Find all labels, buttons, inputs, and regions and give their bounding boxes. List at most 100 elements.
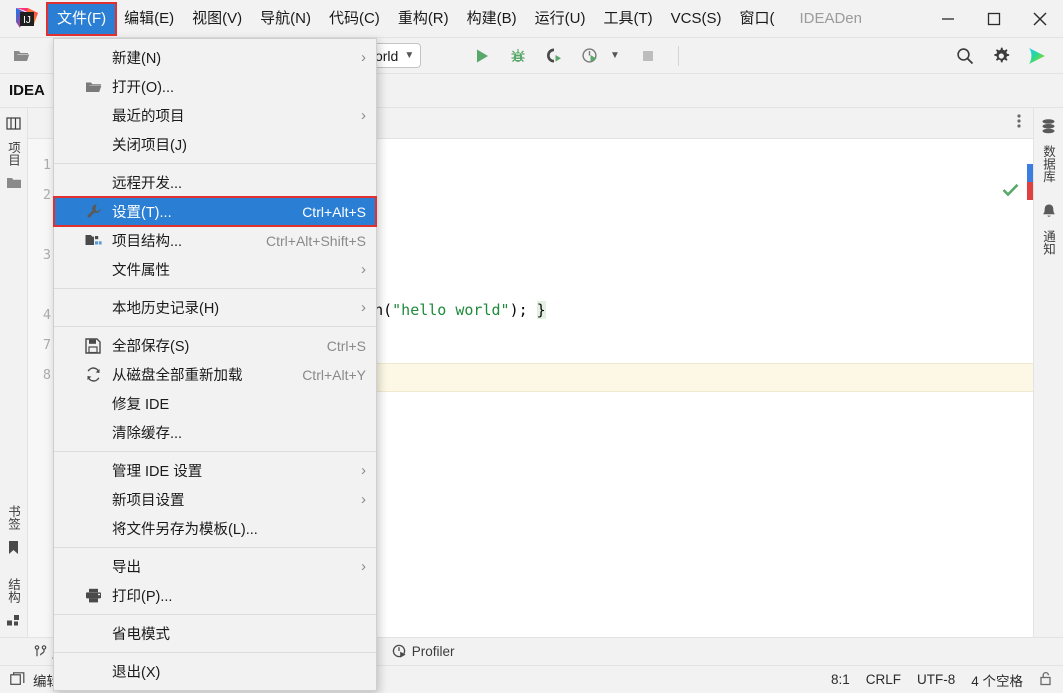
chevron-right-icon: › xyxy=(361,261,366,278)
open-project-button[interactable] xyxy=(8,42,36,70)
maximize-icon xyxy=(987,12,1001,25)
chevron-right-icon: › xyxy=(361,49,366,66)
close-button[interactable] xyxy=(1017,0,1063,38)
search-everywhere-button[interactable] xyxy=(951,42,979,70)
tool-profiler[interactable]: Profiler xyxy=(392,644,455,659)
menu-item-save-file-as-template[interactable]: 将文件另存为模板(L)... xyxy=(54,514,376,543)
search-icon xyxy=(957,47,974,64)
menu-item-new-project-settings[interactable]: 新项目设置 › xyxy=(54,485,376,514)
toolbar-right-group xyxy=(951,42,1063,70)
menu-separator xyxy=(54,547,376,548)
menu-item-project-structure[interactable]: 项目结构... Ctrl+Alt+Shift+S xyxy=(54,226,376,255)
menu-item-file-properties[interactable]: 文件属性 › xyxy=(54,255,376,284)
inspection-status-ok[interactable] xyxy=(1002,183,1019,202)
menu-item-save-all[interactable]: 全部保存(S) Ctrl+S xyxy=(54,331,376,360)
editor-more-options-button[interactable] xyxy=(1017,113,1021,134)
code-token-tail: ); xyxy=(509,301,537,319)
run-button[interactable] xyxy=(468,42,496,70)
menu-item-power-save-mode[interactable]: 省电模式 xyxy=(54,619,376,648)
sidebar-item-database[interactable]: 数据库 xyxy=(1039,139,1058,189)
menu-vcs-label: VCS(S) xyxy=(670,9,722,27)
menu-item-close-project-label: 关闭项目(J) xyxy=(112,138,187,154)
idea-window: IJ 文件(F) 编辑(E) 视图(V) 导航(N) 代码(C) 重构(R) 构… xyxy=(0,0,1063,693)
menu-item-open[interactable]: 打开(O)... xyxy=(54,72,376,101)
menu-item-export[interactable]: 导出 › xyxy=(54,552,376,581)
menu-item-power-save-mode-label: 省电模式 xyxy=(112,627,170,643)
menu-run[interactable]: 运行(U) xyxy=(526,5,595,33)
menu-item-save-all-label: 全部保存(S) xyxy=(112,339,190,355)
menu-separator xyxy=(54,451,376,452)
menu-item-new[interactable]: 新建(N) › xyxy=(54,43,376,72)
chevron-right-icon: › xyxy=(361,107,366,124)
menu-item-invalidate-caches-label: 清除缓存... xyxy=(112,426,183,442)
sidebar-item-project[interactable]: 项目 xyxy=(4,135,23,172)
titlebar: IJ 文件(F) 编辑(E) 视图(V) 导航(N) 代码(C) 重构(R) 构… xyxy=(0,0,1063,38)
sidebar-item-bookmarks[interactable]: 书签 xyxy=(4,499,23,536)
indent-setting[interactable]: 4 个空格 xyxy=(971,670,1023,690)
menu-separator xyxy=(54,326,376,327)
database-icon[interactable] xyxy=(1040,118,1057,135)
menu-refactor[interactable]: 重构(R) xyxy=(389,5,458,33)
menu-item-export-label: 导出 xyxy=(112,560,141,576)
menu-tools[interactable]: 工具(T) xyxy=(594,5,661,33)
menu-file[interactable]: 文件(F) xyxy=(45,1,118,36)
file-encoding[interactable]: UTF-8 xyxy=(917,672,955,687)
menu-item-exit[interactable]: 退出(X) xyxy=(54,657,376,686)
line-separator[interactable]: CRLF xyxy=(866,672,901,687)
menu-item-settings[interactable]: 设置(T)... Ctrl+Alt+S xyxy=(53,196,377,227)
menu-view[interactable]: 视图(V) xyxy=(183,5,251,33)
menu-item-recent-projects-label: 最近的项目 xyxy=(112,109,185,125)
debug-button[interactable] xyxy=(504,42,532,70)
status-right-group: 8:1 CRLF UTF-8 4 个空格 xyxy=(831,670,1053,690)
sidebar-item-notifications[interactable]: 通知 xyxy=(1039,224,1058,261)
menu-item-close-project[interactable]: 关闭项目(J) xyxy=(54,130,376,159)
scrollbar-marker-red xyxy=(1027,182,1033,200)
file-menu-dropdown: 新建(N) › 打开(O)... 最近的项目 › 关闭项目(J) 远程开发... xyxy=(53,38,377,691)
bookmark-icon[interactable] xyxy=(7,540,20,556)
settings-button[interactable] xyxy=(987,42,1015,70)
menu-navigate[interactable]: 导航(N) xyxy=(251,5,320,33)
menu-item-exit-label: 退出(X) xyxy=(112,665,161,681)
menu-item-new-project-settings-label: 新项目设置 xyxy=(112,493,185,509)
line-number: 3 xyxy=(42,247,51,263)
ai-assistant-button[interactable] xyxy=(1023,42,1051,70)
menu-item-invalidate-caches[interactable]: 清除缓存... xyxy=(54,418,376,447)
reload-icon xyxy=(84,366,102,384)
menu-vcs[interactable]: VCS(S) xyxy=(662,5,731,33)
menu-build[interactable]: 构建(B) xyxy=(458,5,526,33)
caret-position[interactable]: 8:1 xyxy=(831,672,850,687)
ai-assistant-icon xyxy=(1029,47,1045,64)
sidebar-item-folder[interactable] xyxy=(6,176,22,190)
menu-item-recent-projects[interactable]: 最近的项目 › xyxy=(54,101,376,130)
menu-item-print[interactable]: 打印(P)... xyxy=(54,581,376,610)
read-only-toggle[interactable] xyxy=(1039,671,1053,689)
menu-item-remote-development[interactable]: 远程开发... xyxy=(54,168,376,197)
menu-item-manage-ide-settings[interactable]: 管理 IDE 设置 › xyxy=(54,456,376,485)
run-with-coverage-button[interactable] xyxy=(540,42,568,70)
sidebar-item-structure[interactable]: 结构 xyxy=(4,572,23,609)
structure-icon[interactable] xyxy=(6,613,21,627)
window-icon xyxy=(10,672,25,685)
menu-item-local-history[interactable]: 本地历史记录(H) › xyxy=(54,293,376,322)
stop-button xyxy=(634,42,662,70)
line-number: 2 xyxy=(42,187,51,203)
menu-item-reload-all-from-disk[interactable]: 从磁盘全部重新加载 Ctrl+Alt+Y xyxy=(54,360,376,389)
folder-icon xyxy=(6,178,21,188)
menu-item-repair-ide[interactable]: 修复 IDE xyxy=(54,389,376,418)
profile-button[interactable] xyxy=(576,42,604,70)
bell-icon[interactable] xyxy=(1041,203,1057,220)
menu-separator xyxy=(54,652,376,653)
project-name-label[interactable]: IDEA xyxy=(9,82,45,99)
menu-code[interactable]: 代码(C) xyxy=(320,5,389,33)
chevron-right-icon: › xyxy=(361,558,366,575)
menu-build-label: 构建(B) xyxy=(466,9,517,27)
profiler-chevron-down-icon[interactable]: ▼ xyxy=(610,50,620,61)
menu-edit[interactable]: 编辑(E) xyxy=(115,5,183,33)
menu-separator xyxy=(54,614,376,615)
minimize-button[interactable] xyxy=(925,0,971,38)
maximize-button[interactable] xyxy=(971,0,1017,38)
menu-window[interactable]: 窗口( xyxy=(730,5,783,33)
menu-window-label: 窗口( xyxy=(739,9,775,27)
menu-item-project-structure-label: 项目结构... xyxy=(112,234,183,250)
project-structure-icon xyxy=(84,232,102,250)
